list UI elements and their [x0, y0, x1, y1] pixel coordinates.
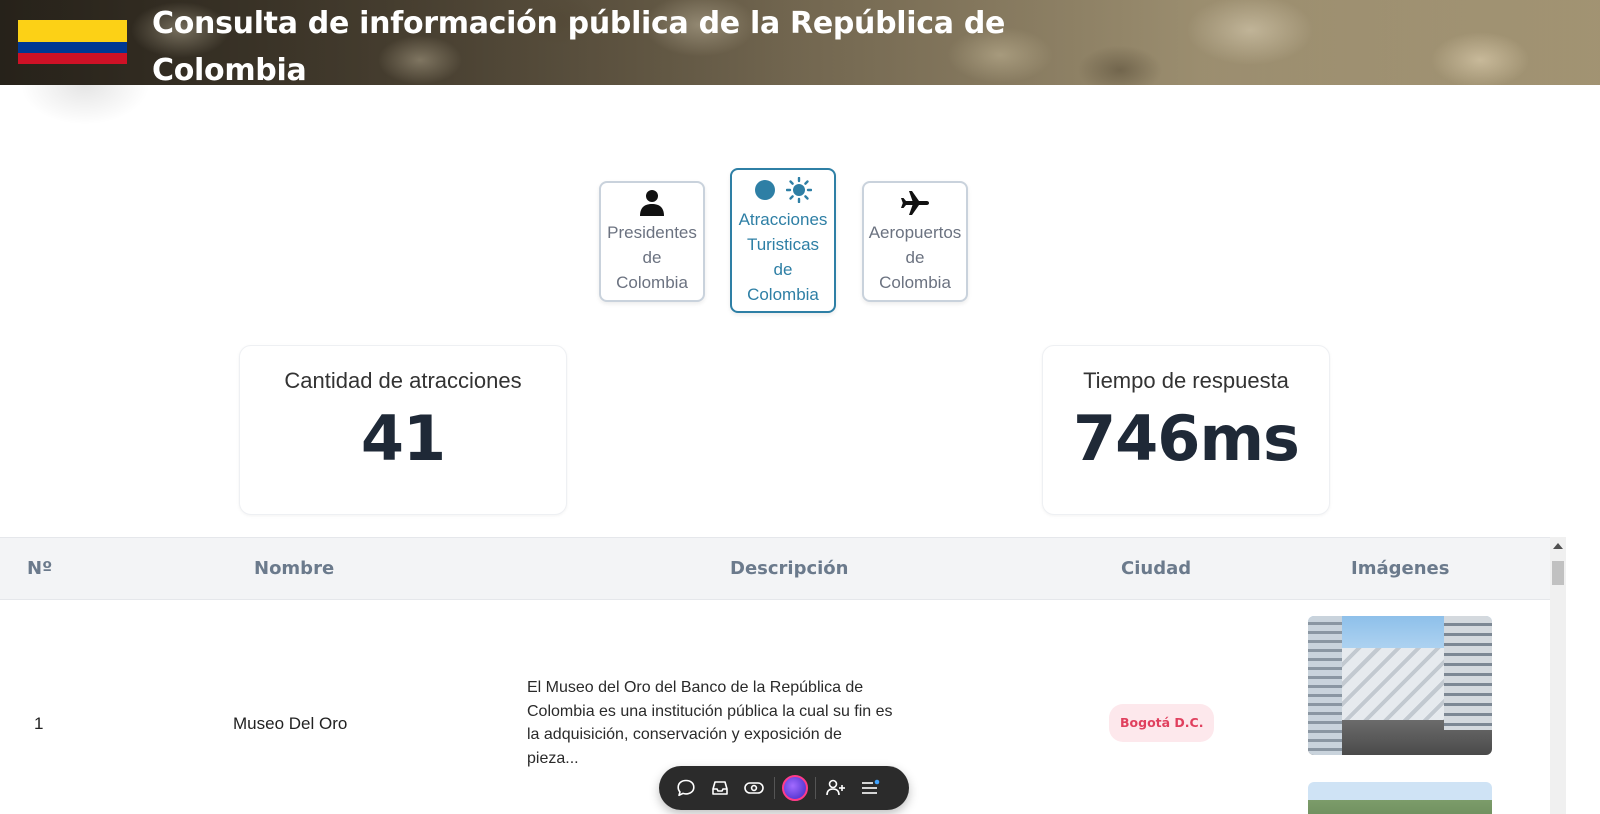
response-time-label: Tiempo de respuesta — [1083, 368, 1289, 393]
landscape-image[interactable] — [1308, 782, 1492, 814]
floating-toolbar — [659, 766, 909, 810]
flag-shadow — [20, 85, 150, 125]
table-scrollbar[interactable] — [1550, 537, 1600, 814]
row-name: Museo Del Oro — [233, 714, 348, 733]
header-banner: Consulta de información pública de la Re… — [0, 0, 1600, 85]
row-number: 1 — [34, 714, 44, 733]
attractions-count-label: Cantidad de atracciones — [284, 368, 522, 393]
menu-icon[interactable] — [853, 771, 887, 805]
sun-icon — [754, 173, 812, 207]
scroll-up-arrow-icon[interactable] — [1553, 543, 1563, 549]
airplane-icon — [900, 186, 930, 220]
tab-label: Atracciones Turisticas de Colombia — [738, 210, 828, 304]
attractions-count-value: 41 — [360, 402, 446, 475]
response-time-card: Tiempo de respuesta 746ms — [1042, 345, 1330, 515]
chat-icon[interactable] — [669, 771, 703, 805]
eye-icon[interactable] — [737, 771, 771, 805]
city-badge: Bogotá D.C. — [1109, 704, 1215, 742]
toolbar-divider — [815, 777, 816, 799]
toolbar-divider — [774, 777, 775, 799]
page-title: Consulta de información pública de la Re… — [152, 6, 1006, 85]
museo-del-oro-image[interactable] — [1308, 616, 1492, 755]
assistant-orb-icon[interactable] — [778, 771, 812, 805]
column-header-city: Ciudad — [1121, 558, 1192, 579]
person-icon — [639, 186, 665, 220]
tab-label: Presidentes de Colombia — [607, 223, 697, 292]
colombia-flag-icon — [18, 20, 127, 64]
add-user-icon[interactable] — [819, 771, 853, 805]
attractions-count-card: Cantidad de atracciones 41 — [239, 345, 567, 515]
table-row[interactable]: 1 Museo Del Oro El Museo del Oro del Ban… — [0, 600, 1550, 782]
tab-presidentes[interactable]: Presidentes de Colombia — [599, 181, 705, 302]
column-header-name: Nombre — [254, 558, 335, 579]
response-time-value: 746ms — [1073, 402, 1300, 475]
tab-aeropuertos[interactable]: Aeropuertos de Colombia — [862, 181, 968, 302]
row-description: El Museo del Oro del Banco de la Repúbli… — [527, 679, 893, 767]
table-header: Nº Nombre Descripción Ciudad Imágenes — [0, 538, 1550, 600]
tab-label: Aeropuertos de Colombia — [868, 223, 962, 292]
column-header-images: Imágenes — [1351, 558, 1450, 579]
column-header-description: Descripción — [730, 558, 849, 579]
scrollbar-thumb[interactable] — [1552, 561, 1564, 585]
inbox-icon[interactable] — [703, 771, 737, 805]
tab-atracciones[interactable]: Atracciones Turisticas de Colombia — [730, 168, 836, 313]
column-header-number: Nº — [27, 558, 53, 579]
